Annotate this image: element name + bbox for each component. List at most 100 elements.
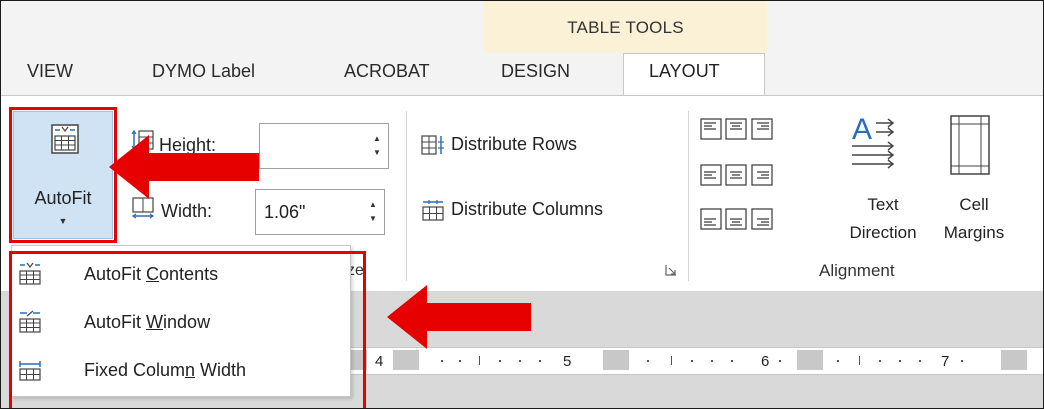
align-top-center-button[interactable]: [725, 118, 747, 140]
red-arrow-left-icon: [109, 135, 259, 199]
menu-label-prefix: AutoFit: [84, 264, 147, 284]
ruler-dot: [499, 360, 501, 362]
spin-up-icon[interactable]: ▲: [372, 134, 382, 144]
ruler-dot: [441, 360, 443, 362]
cell-margins-label: Cell Margins: [943, 195, 1005, 242]
ruler-tick: [859, 356, 860, 365]
tab-design[interactable]: DESIGN: [501, 61, 570, 82]
ruler-tick: [671, 356, 672, 365]
ruler-margin-marker: [797, 350, 823, 370]
ruler-dot: [837, 360, 839, 362]
alignment-group-label: Alignment: [819, 261, 895, 280]
align-bottom-left-button[interactable]: [700, 208, 722, 230]
distribute-columns-button[interactable]: Distribute Columns: [421, 197, 671, 227]
ruler-dot: [519, 360, 521, 362]
ruler-dot: [711, 360, 713, 362]
menu-item-label: AutoFit Contents: [84, 264, 218, 285]
align-bottom-center-button[interactable]: [725, 208, 747, 230]
red-arrow-left-icon: [387, 285, 531, 349]
width-label: Width:: [161, 201, 213, 221]
ruler-dot: [647, 360, 649, 362]
align-bottom-left-icon: [700, 208, 722, 230]
align-top-right-icon: [751, 118, 773, 140]
menu-label-accelerator: C: [146, 264, 160, 284]
distribute-columns-label: Distribute Columns: [451, 199, 604, 219]
spin-down-icon[interactable]: ▼: [368, 214, 378, 224]
menu-label-suffix: indow: [163, 312, 211, 332]
text-direction-icon: A: [852, 113, 895, 169]
distribute-rows-button[interactable]: Distribute Rows: [421, 132, 641, 162]
ruler-dot: [459, 360, 461, 362]
tab-dymo-label[interactable]: DYMO Label: [152, 61, 255, 82]
cell-margins-button[interactable]: Cell Margins: [926, 109, 1026, 249]
ruler-number: 4: [375, 353, 384, 370]
autofit-window-icon: [19, 310, 41, 333]
menu-label-prefix: AutoFit: [84, 312, 147, 332]
align-top-center-icon: [725, 118, 747, 140]
distribute-rows-icon: [421, 135, 444, 155]
horizontal-ruler[interactable]: 4 5 6 7: [341, 347, 1043, 375]
autofit-table-icon: [51, 124, 79, 154]
height-spinner[interactable]: ▲ ▼: [259, 123, 389, 169]
align-middle-right-icon: [751, 164, 773, 186]
text-direction-button[interactable]: A Text Direction: [844, 109, 924, 249]
dialog-launcher-icon[interactable]: [665, 264, 677, 276]
group-separator: [688, 111, 689, 281]
align-middle-left-icon: [700, 164, 722, 186]
table-tools-title: TABLE TOOLS: [567, 18, 684, 37]
tab-acrobat[interactable]: ACROBAT: [344, 61, 430, 82]
width-spin-arrows[interactable]: ▲ ▼: [364, 190, 384, 234]
autofit-contents-icon: [19, 262, 41, 285]
ruler-margin-marker: [1001, 350, 1027, 370]
ruler-dot: [919, 360, 921, 362]
height-spin-arrows[interactable]: ▲ ▼: [368, 124, 388, 168]
ruler-number: 5: [563, 353, 572, 370]
tab-layout[interactable]: LAYOUT: [649, 61, 720, 82]
fixed-column-width-icon: [19, 361, 41, 381]
ruler-dot: [899, 360, 901, 362]
menu-item-autofit-window[interactable]: AutoFit Window: [12, 302, 348, 346]
ruler-tick: [479, 356, 480, 365]
ruler-number: 6: [761, 353, 770, 370]
chevron-down-icon: ▼: [58, 216, 68, 226]
ruler-dot: [691, 360, 693, 362]
ruler-dot: [961, 360, 963, 362]
distribute-columns-icon: [422, 200, 444, 221]
align-bottom-right-icon: [751, 208, 773, 230]
ruler-dot: [731, 360, 733, 362]
align-top-left-button[interactable]: [700, 118, 722, 140]
width-spinner[interactable]: 1.06" ▲ ▼: [255, 189, 385, 235]
align-bottom-center-icon: [725, 208, 747, 230]
column-width-icon: [131, 197, 155, 219]
menu-label-prefix: Fixed Colum: [84, 360, 186, 380]
menu-item-label: AutoFit Window: [84, 312, 210, 333]
svg-text:A: A: [852, 113, 872, 146]
align-middle-center-icon: [725, 164, 747, 186]
menu-label-suffix: ontents: [159, 264, 219, 284]
spin-down-icon[interactable]: ▼: [372, 148, 382, 158]
width-value: 1.06": [264, 202, 306, 222]
align-middle-left-button[interactable]: [700, 164, 722, 186]
autofit-dropdown-menu: AutoFit Contents AutoFit Window Fixed Co…: [11, 245, 351, 397]
tab-view[interactable]: VIEW: [27, 61, 73, 82]
cell-margins-icon: [950, 115, 990, 175]
align-middle-center-button[interactable]: [725, 164, 747, 186]
menu-item-autofit-contents[interactable]: AutoFit Contents: [12, 254, 348, 298]
spin-up-icon[interactable]: ▲: [368, 200, 378, 210]
align-middle-right-button[interactable]: [751, 164, 773, 186]
ruler-dot: [779, 360, 781, 362]
ruler-dot: [879, 360, 881, 362]
autofit-button[interactable]: AutoFit ▼: [13, 111, 113, 239]
menu-label-suffix: Width: [195, 360, 247, 380]
text-direction-label: Text Direction: [849, 195, 917, 242]
menu-item-fixed-column-width[interactable]: Fixed Column Width: [12, 350, 348, 394]
menu-label-accelerator: W: [146, 312, 164, 332]
autofit-label: AutoFit: [34, 188, 92, 208]
ruler-margin-marker: [603, 350, 629, 370]
align-top-right-button[interactable]: [751, 118, 773, 140]
ruler-margin-marker: [393, 350, 419, 370]
ruler-dot: [539, 360, 541, 362]
menu-item-label: Fixed Column Width: [84, 360, 246, 381]
align-bottom-right-button[interactable]: [751, 208, 773, 230]
distribute-rows-label: Distribute Rows: [451, 134, 578, 154]
